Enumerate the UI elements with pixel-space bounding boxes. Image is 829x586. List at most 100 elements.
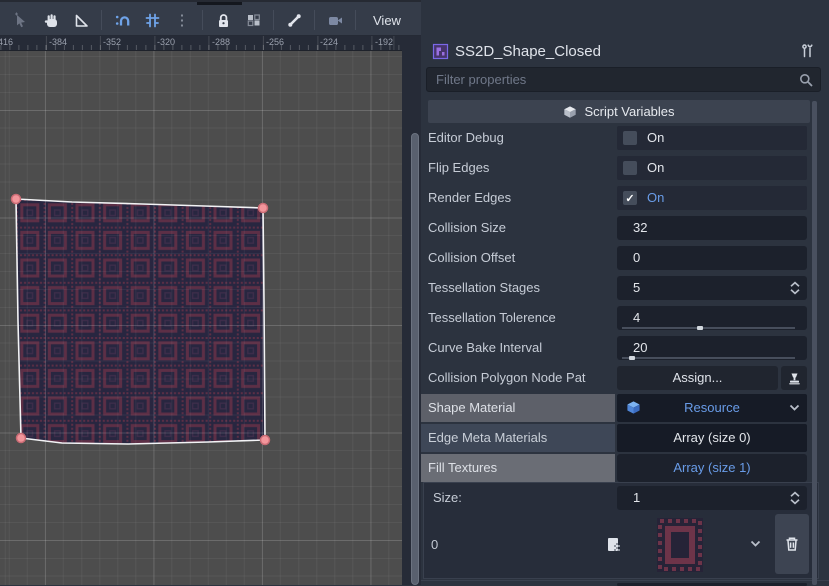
pick-node-button[interactable] (781, 366, 807, 390)
tessellation-stages-field[interactable]: 5 (617, 276, 807, 300)
spinner-updown-icon[interactable] (788, 490, 802, 506)
property-row-edge-meta-materials: Edge Meta Materials Array (size 0) (421, 424, 829, 452)
property-row-curve-bake-interval: Curve Bake Interval 20 (421, 334, 829, 362)
object-name: SS2D_Shape_Closed (455, 43, 601, 60)
slider-track[interactable] (622, 357, 795, 359)
inspector-dock: SS2D_Shape_Closed Script Variables Edito… (421, 0, 829, 585)
property-label: Tessellation Tolerence (428, 304, 613, 332)
trash-icon (783, 535, 801, 553)
canvas-viewport[interactable] (0, 51, 402, 585)
property-label: Collision Polygon Node Pat (428, 364, 613, 392)
ss2d-node-icon (432, 43, 449, 60)
assign-node-path-button[interactable]: Assign... (617, 366, 778, 390)
array-size-row: Size: 1 (421, 484, 829, 512)
point-handle[interactable] (12, 195, 21, 204)
toolbar-separator (314, 10, 315, 30)
spinner-updown-icon[interactable] (788, 280, 802, 296)
horizontal-ruler: -416 -384 -352 -320 -288 -256 -224 -192 (0, 36, 402, 51)
point-handle[interactable] (259, 204, 268, 213)
ruler-label: -352 (103, 37, 121, 47)
slider-grabber[interactable] (629, 356, 635, 360)
slider-track[interactable] (622, 327, 795, 329)
ruler-label: -256 (266, 37, 284, 47)
property-row-collision-offset: Collision Offset 0 (421, 244, 829, 272)
collision-size-field[interactable]: 32 (617, 216, 807, 240)
next-property-row-cut (421, 580, 829, 586)
skeleton-icon[interactable] (279, 7, 309, 33)
ruler-label: -384 (49, 37, 67, 47)
slider-grabber[interactable] (697, 326, 703, 330)
element-index: 0 (431, 512, 438, 578)
array-size-label: Size: (433, 484, 462, 512)
script-variables-icon (563, 105, 577, 119)
property-row-fill-textures: Fill Textures Array (size 1) (421, 454, 829, 482)
property-label: Render Edges (428, 184, 613, 212)
view-menu[interactable]: View (361, 13, 411, 28)
search-icon (798, 72, 814, 88)
property-label: Collision Offset (428, 244, 613, 272)
object-tools-icon[interactable] (796, 41, 818, 61)
chevron-down-icon[interactable] (788, 402, 801, 413)
grid-snap-icon[interactable] (137, 7, 167, 33)
editor-debug-checkbox[interactable] (623, 131, 637, 145)
ruler-label: -416 (0, 37, 13, 47)
property-label: Shape Material (421, 394, 615, 422)
tessellation-tolerence-field[interactable]: 4 (617, 306, 807, 330)
property-row-shape-material: Shape Material Resource (421, 394, 829, 422)
property-row-tessellation-tolerence: Tessellation Tolerence 4 (421, 304, 829, 332)
array-size-field[interactable]: 1 (617, 486, 807, 510)
fill-textures-array-button[interactable]: Array (size 1) (617, 454, 807, 482)
select-tool-icon[interactable] (6, 7, 36, 33)
pan-icon[interactable] (36, 7, 66, 33)
property-label: Fill Textures (421, 454, 615, 482)
checkbox-text: On (647, 186, 664, 210)
godot-editor-window: { "toolbar": { "view_label": "View", "ic… (0, 0, 829, 585)
lock-icon[interactable] (208, 7, 238, 33)
point-handle[interactable] (17, 434, 26, 443)
canvas-toolbar-left: ⋮ View (6, 5, 411, 35)
snap-options-icon[interactable]: ⋮ (167, 7, 197, 33)
ruler-mode-icon[interactable] (66, 7, 96, 33)
delete-element-button[interactable] (775, 514, 809, 574)
property-label: Collision Size (428, 214, 613, 242)
shape-material-resource-button[interactable]: Resource (617, 394, 807, 422)
shape-handles (0, 51, 402, 585)
edge-meta-materials-array-button[interactable]: Array (size 0) (617, 424, 807, 452)
property-row-flip-edges: Flip Edges On (421, 154, 829, 182)
inspector-scrollbar-thumb[interactable] (812, 101, 817, 585)
property-row-editor-debug: Editor Debug On (421, 124, 829, 152)
ruler-label: -224 (320, 37, 338, 47)
array-element-row: 0 (421, 512, 829, 578)
property-label: Tessellation Stages (428, 274, 613, 302)
group-icon[interactable] (238, 7, 268, 33)
checkbox-text: On (647, 156, 664, 180)
smart-snap-icon[interactable] (107, 7, 137, 33)
camera-preview-icon[interactable] (320, 7, 350, 33)
toolbar-separator (101, 10, 102, 30)
point-handle[interactable] (261, 436, 270, 445)
collision-offset-field[interactable]: 0 (617, 246, 807, 270)
node-picker-icon (787, 371, 802, 386)
property-row-collision-size: Collision Size 32 (421, 214, 829, 242)
ruler-label: -320 (157, 37, 175, 47)
viewport-scrollbar-thumb[interactable] (411, 133, 419, 585)
chevron-down-icon[interactable] (749, 538, 762, 549)
viewport-scrollbar-track[interactable] (402, 36, 421, 585)
texture-thumbnail[interactable] (655, 516, 705, 574)
property-row-tessellation-stages: Tessellation Stages 5 (421, 274, 829, 302)
property-label: Editor Debug (428, 124, 613, 152)
flip-edges-checkbox[interactable] (623, 161, 637, 175)
toolbar-separator (202, 10, 203, 30)
property-label: Edge Meta Materials (421, 424, 615, 452)
property-row-render-edges: Render Edges ✓ On (421, 184, 829, 212)
ruler-label: -192 (375, 37, 393, 47)
section-title: Script Variables (584, 104, 674, 119)
property-row-collision-polygon-node-path: Collision Polygon Node Pat Assign... (421, 364, 829, 392)
render-edges-checkbox[interactable]: ✓ (623, 191, 637, 205)
filter-properties-box (426, 67, 821, 92)
edit-texture-icon[interactable] (605, 536, 622, 553)
section-script-variables[interactable]: Script Variables (428, 100, 810, 123)
curve-bake-interval-field[interactable]: 20 (617, 336, 807, 360)
filter-properties-input[interactable] (427, 68, 820, 91)
inspected-object-row: SS2D_Shape_Closed (421, 38, 829, 64)
